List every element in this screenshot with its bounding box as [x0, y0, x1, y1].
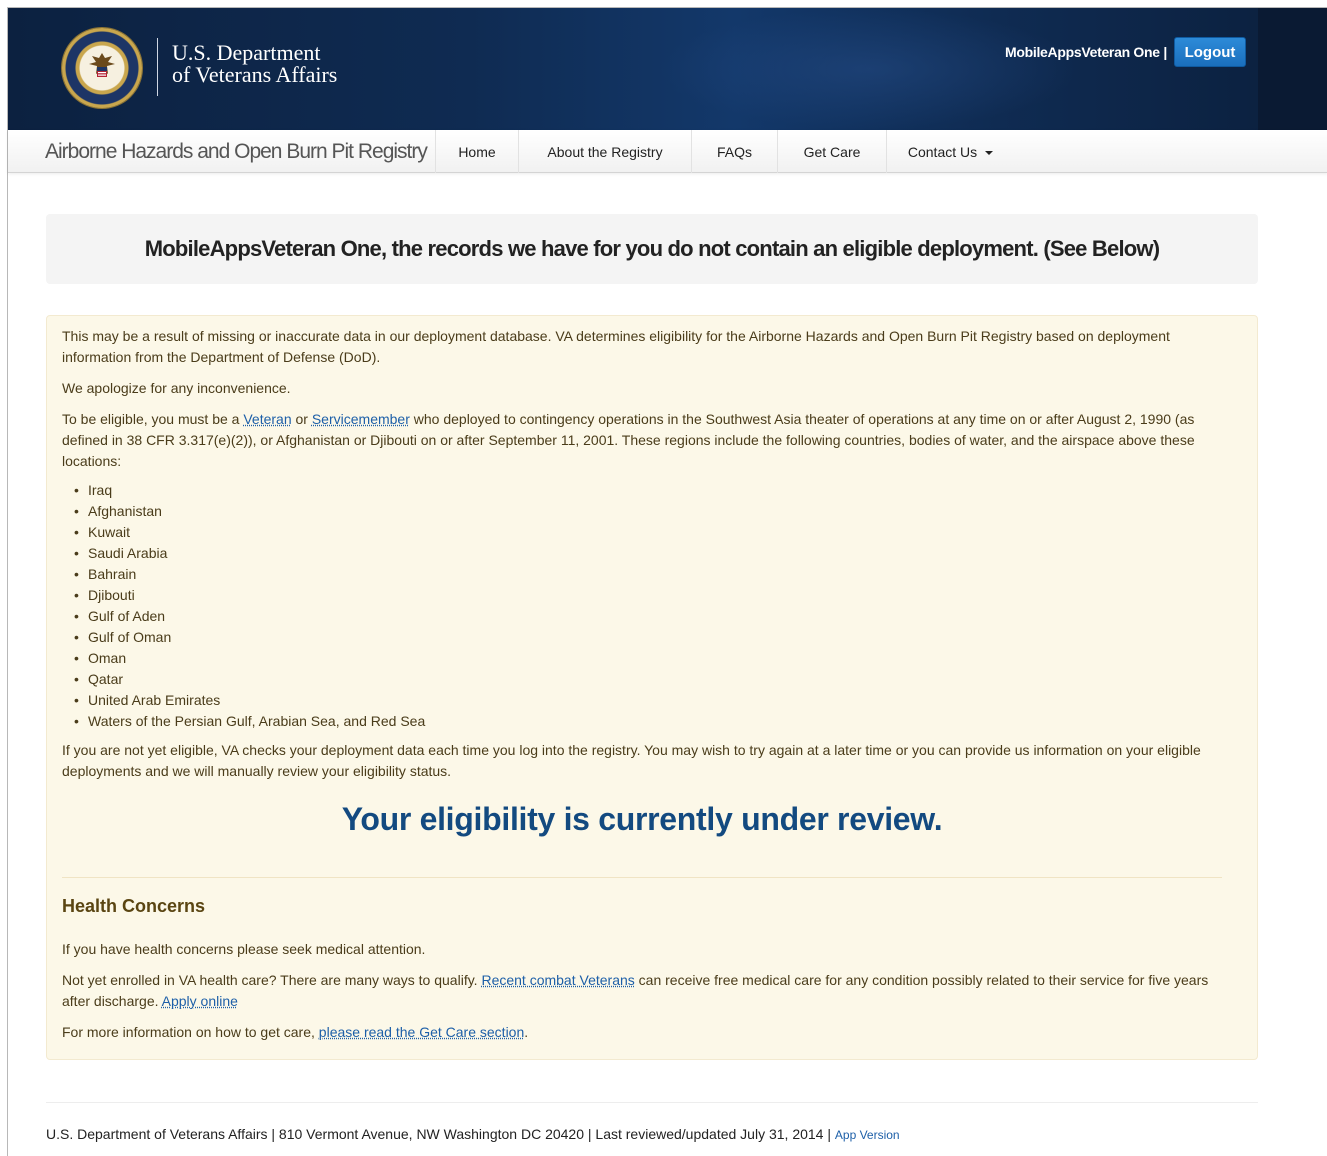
registry-brand[interactable]: Airborne Hazards and Open Burn Pit Regis…	[45, 140, 428, 164]
criteria-text-a: To be eligible, you must be a	[62, 411, 244, 427]
nav-faqs-label: FAQs	[716, 143, 752, 160]
eligible-regions-list: Iraq Afghanistan Kuwait Saudi Arabia Bah…	[74, 480, 425, 732]
nav-home-label: Home	[458, 143, 496, 160]
apology-paragraph: We apologize for any inconvenience.	[62, 380, 291, 396]
user-name-label: MobileAppsVeteran One |	[1005, 44, 1167, 60]
app-version-link[interactable]: App Version	[835, 1128, 900, 1142]
page-title: MobileAppsVeteran One, the records we ha…	[144, 236, 1160, 261]
get-care-paragraph: For more information on how to get care,…	[62, 1022, 1237, 1043]
get-care-text-a: For more information on how to get care,	[62, 1024, 319, 1040]
missing-data-paragraph: This may be a result of missing or inacc…	[62, 328, 1170, 365]
footer-text: U.S. Department of Veterans Affairs | 81…	[46, 1126, 835, 1142]
list-item: Iraq	[74, 480, 425, 501]
veteran-link[interactable]: Veteran	[243, 411, 291, 427]
eligibility-alert: This may be a result of missing or inacc…	[46, 315, 1258, 1060]
page-frame: U.S. Department of Veterans Affairs Mobi…	[7, 7, 1327, 1156]
nav-contact-label: Contact Us	[907, 143, 978, 160]
list-item: Oman	[74, 648, 425, 669]
criteria-text-b: or	[291, 411, 312, 427]
recheck-paragraph: If you are not yet eligible, VA checks y…	[62, 742, 1201, 779]
list-item: United Arab Emirates	[74, 690, 425, 711]
header-glow	[658, 8, 1078, 130]
header-edge	[1258, 8, 1327, 130]
nav-faqs[interactable]: FAQs	[692, 130, 778, 173]
nav-about-registry[interactable]: About the Registry	[519, 130, 692, 173]
list-item: Kuwait	[74, 522, 425, 543]
enrollment-paragraph: Not yet enrolled in VA health care? Ther…	[62, 970, 1237, 1012]
list-item: Afghanistan	[74, 501, 425, 522]
list-item: Saudi Arabia	[74, 543, 425, 564]
eligibility-criteria-paragraph: To be eligible, you must be a Veteran or…	[62, 409, 1237, 472]
department-line2: of Veterans Affairs	[172, 62, 338, 87]
list-item: Gulf of Oman	[74, 627, 425, 648]
health-concerns-heading: Health Concerns	[62, 896, 206, 916]
list-item: Bahrain	[74, 564, 425, 585]
get-care-text-b: .	[524, 1024, 529, 1040]
nav-home[interactable]: Home	[435, 130, 519, 173]
caret-down-icon	[985, 150, 994, 155]
main-navbar: Airborne Hazards and Open Burn Pit Regis…	[8, 130, 1327, 173]
review-status-heading: Your eligibility is currently under revi…	[341, 801, 943, 837]
list-item: Waters of the Persian Gulf, Arabian Sea,…	[74, 711, 425, 732]
health-attention-paragraph: If you have health concerns please seek …	[62, 941, 426, 957]
nav-contact-us[interactable]: Contact Us	[887, 130, 1014, 173]
department-name[interactable]: U.S. Department of Veterans Affairs	[172, 42, 337, 86]
enroll-text-a: Not yet enrolled in VA health care? Ther…	[62, 972, 482, 988]
va-seal-logo[interactable]	[62, 28, 142, 108]
eligibility-title-well: MobileAppsVeteran One, the records we ha…	[46, 214, 1258, 284]
department-line1: U.S. Department	[172, 40, 321, 65]
logo-divider	[157, 38, 158, 96]
list-item: Qatar	[74, 669, 425, 690]
logout-button[interactable]: Logout	[1174, 37, 1246, 67]
list-item: Gulf of Aden	[74, 606, 425, 627]
list-item: Djibouti	[74, 585, 425, 606]
get-care-section-link[interactable]: please read the Get Care section	[319, 1024, 524, 1040]
nav-about-label: About the Registry	[547, 143, 663, 160]
footer-divider	[46, 1102, 1258, 1103]
apply-online-link[interactable]: Apply online	[162, 993, 238, 1009]
eagle-icon	[89, 53, 115, 77]
site-footer: U.S. Department of Veterans Affairs | 81…	[46, 1126, 900, 1142]
servicemember-link[interactable]: Servicemember	[312, 411, 410, 427]
site-header: U.S. Department of Veterans Affairs Mobi…	[8, 8, 1327, 130]
recent-combat-veterans-link[interactable]: Recent combat Veterans	[481, 972, 634, 988]
nav-get-care-label: Get Care	[803, 143, 861, 160]
section-divider	[62, 877, 1222, 878]
nav-get-care[interactable]: Get Care	[778, 130, 887, 173]
